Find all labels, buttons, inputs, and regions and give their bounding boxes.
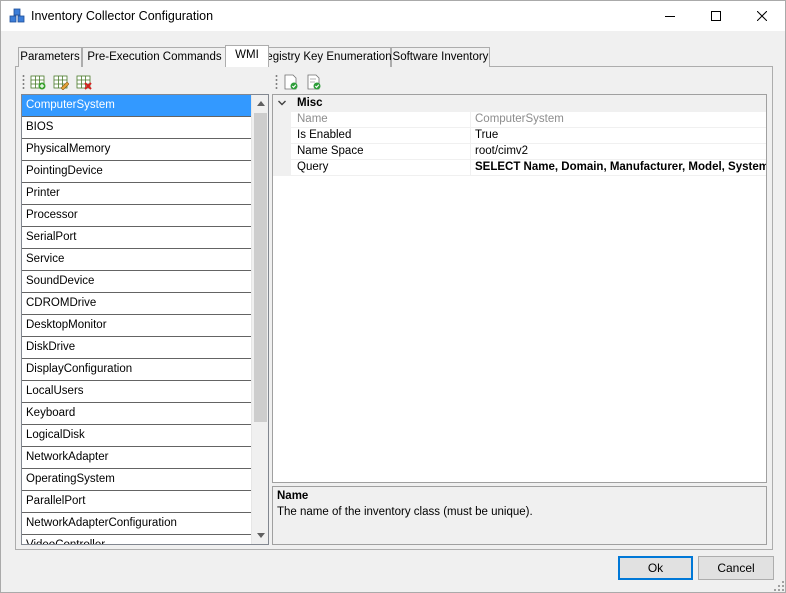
list-item[interactable]: SoundDevice <box>22 271 251 293</box>
test-query-button[interactable] <box>305 73 323 91</box>
list-item[interactable]: PointingDevice <box>22 161 251 183</box>
property-value: ComputerSystem <box>475 113 564 125</box>
size-grip-icon[interactable] <box>773 580 785 592</box>
tab-pre-execution-commands[interactable]: Pre-Execution Commands <box>82 47 227 67</box>
property-grid[interactable]: Misc Name ComputerSystem Is Enabled True Nam… <box>272 94 767 483</box>
tab-wmi[interactable]: WMI <box>225 45 269 67</box>
list-item[interactable]: NetworkAdapter <box>22 447 251 469</box>
cancel-button[interactable]: Cancel <box>698 556 774 580</box>
list-item[interactable]: CDROMDrive <box>22 293 251 315</box>
validate-query-button[interactable] <box>282 73 300 91</box>
ok-button[interactable]: Ok <box>618 556 693 580</box>
property-category-misc[interactable]: Misc <box>273 95 766 112</box>
title-bar[interactable]: Inventory Collector Configuration <box>1 1 785 31</box>
property-row[interactable]: Name ComputerSystem <box>291 112 766 128</box>
tab-parameters[interactable]: Parameters <box>18 47 82 67</box>
edit-class-icon <box>53 75 69 90</box>
class-list[interactable]: ComputerSystem BIOS PhysicalMemory Pointing… <box>21 94 269 545</box>
close-icon <box>757 11 767 21</box>
property-name: Query <box>297 161 329 173</box>
scroll-up-button[interactable] <box>252 95 268 112</box>
tab-label: Parameters <box>20 51 80 63</box>
list-item[interactable]: PhysicalMemory <box>22 139 251 161</box>
dialog-window: Inventory Collector Configuration Parame… <box>0 0 786 593</box>
list-item[interactable]: BIOS <box>22 117 251 139</box>
window-title: Inventory Collector Configuration <box>31 9 214 23</box>
property-value[interactable]: root/cimv2 <box>475 145 766 157</box>
test-query-icon <box>307 74 321 90</box>
property-row[interactable]: Name Space root/cimv2 <box>291 144 766 160</box>
property-help-pane: Name The name of the inventory class (mu… <box>272 486 767 545</box>
list-item[interactable]: Service <box>22 249 251 271</box>
property-name: Is Enabled <box>297 129 352 141</box>
scroll-down-arrow-icon <box>256 533 265 538</box>
delete-class-icon <box>76 75 92 90</box>
class-list-items: ComputerSystem BIOS PhysicalMemory Pointing… <box>22 95 251 544</box>
property-row[interactable]: Is Enabled True <box>291 128 766 144</box>
close-button[interactable] <box>739 1 785 31</box>
chevron-down-icon[interactable] <box>277 98 287 108</box>
list-item[interactable]: OperatingSystem <box>22 469 251 491</box>
tab-label: Registry Key Enumeration <box>258 51 392 63</box>
property-column-splitter[interactable] <box>470 112 471 176</box>
scroll-thumb[interactable] <box>254 113 267 422</box>
list-item[interactable]: DesktopMonitor <box>22 315 251 337</box>
list-item[interactable]: ParallelPort <box>22 491 251 513</box>
maximize-button[interactable] <box>693 1 739 31</box>
list-item[interactable]: LogicalDisk <box>22 425 251 447</box>
app-cubes-icon <box>9 8 25 23</box>
delete-class-button[interactable] <box>75 73 93 91</box>
tab-label: WMI <box>235 49 259 61</box>
class-toolbar <box>20 71 268 93</box>
add-class-button[interactable] <box>29 73 47 91</box>
list-item[interactable]: SerialPort <box>22 227 251 249</box>
list-item[interactable]: ComputerSystem <box>22 95 251 117</box>
property-value[interactable]: SELECT Name, Domain, Manufacturer, Model… <box>475 161 766 173</box>
minimize-icon <box>665 16 675 17</box>
property-name: Name <box>297 113 328 125</box>
toolbar-grip[interactable] <box>22 74 25 90</box>
list-item[interactable]: LocalUsers <box>22 381 251 403</box>
property-row[interactable]: Query SELECT Name, Domain, Manufacturer, … <box>291 160 766 176</box>
scroll-down-button[interactable] <box>252 527 268 544</box>
tab-label: Software Inventory <box>392 51 489 63</box>
list-item[interactable]: DisplayConfiguration <box>22 359 251 381</box>
category-label: Misc <box>297 97 323 109</box>
property-value[interactable]: True <box>475 129 766 141</box>
list-item[interactable]: Keyboard <box>22 403 251 425</box>
add-class-icon <box>30 75 46 90</box>
toolbar-grip[interactable] <box>275 74 278 90</box>
scroll-up-arrow-icon <box>256 101 265 106</box>
help-description: The name of the inventory class (must be… <box>277 506 533 518</box>
list-item[interactable]: DiskDrive <box>22 337 251 359</box>
tab-label: Pre-Execution Commands <box>87 51 222 63</box>
property-name: Name Space <box>297 145 364 157</box>
list-item[interactable]: VideoController <box>22 535 251 544</box>
tab-registry-key-enumeration[interactable]: Registry Key Enumeration <box>257 47 392 67</box>
class-list-scrollbar[interactable] <box>251 95 268 544</box>
validate-query-icon <box>284 74 298 90</box>
minimize-button[interactable] <box>647 1 693 31</box>
list-item[interactable]: NetworkAdapterConfiguration <box>22 513 251 535</box>
query-toolbar <box>273 71 767 93</box>
edit-class-button[interactable] <box>52 73 70 91</box>
help-title: Name <box>277 490 309 502</box>
maximize-icon <box>711 11 721 21</box>
list-item[interactable]: Printer <box>22 183 251 205</box>
list-item[interactable]: Processor <box>22 205 251 227</box>
tab-software-inventory[interactable]: Software Inventory <box>391 47 490 67</box>
